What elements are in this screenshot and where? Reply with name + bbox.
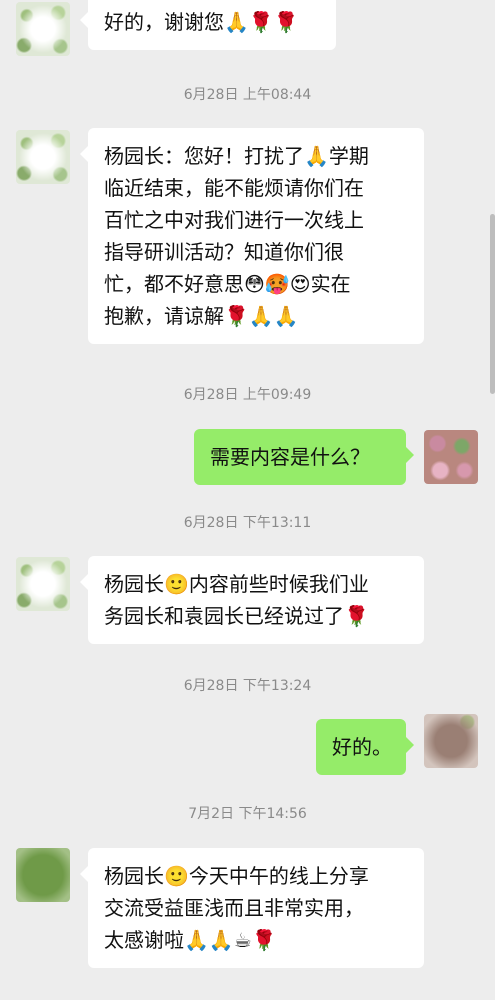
contact-avatar[interactable] <box>16 130 70 184</box>
message-bubble-incoming[interactable]: 好的，谢谢您🙏🌹🌹 <box>80 0 336 50</box>
message-text: 忙，都不好意思😳🥵😍实在 <box>104 272 351 296</box>
message-bubble-outgoing[interactable]: 需要内容是什么？ <box>194 429 414 485</box>
message-text: 杨园长🙂内容前些时候我们业 <box>104 572 369 596</box>
message-text: 好的。 <box>332 735 392 759</box>
chat-conversation[interactable]: 好的，谢谢您🙏🌹🌹 6月28日 上午08:44 杨园长：您好！打扰了🙏学期 临近… <box>0 0 495 1000</box>
message-timestamp: 6月28日 下午13:24 <box>183 678 312 694</box>
contact-avatar[interactable] <box>16 848 70 902</box>
message-text: 百忙之中对我们进行一次线上 <box>104 208 364 232</box>
scrollbar[interactable] <box>490 214 495 394</box>
my-avatar[interactable] <box>424 714 478 768</box>
message-timestamp: 6月28日 上午09:49 <box>183 387 312 403</box>
message-text: 好的，谢谢您🙏🌹🌹 <box>104 10 299 34</box>
message-timestamp: 7月2日 下午14:56 <box>188 806 307 822</box>
message-bubble-incoming[interactable]: 杨园长：您好！打扰了🙏学期 临近结束，能不能烦请你们在 百忙之中对我们进行一次线… <box>80 128 424 344</box>
message-text: 指导研训活动？知道你们很 <box>104 240 344 264</box>
message-text: 务园长和袁园长已经说过了🌹 <box>104 604 369 628</box>
message-timestamp: 6月28日 下午13:11 <box>183 515 312 531</box>
message-text: 临近结束，能不能烦请你们在 <box>104 176 364 200</box>
message-timestamp: 6月28日 上午08:44 <box>183 87 312 103</box>
message-bubble-incoming[interactable]: 杨园长🙂今天中午的线上分享 交流受益匪浅而且非常实用， 太感谢啦🙏🙏☕🌹 <box>80 848 424 968</box>
message-text: 交流受益匪浅而且非常实用， <box>104 896 364 920</box>
contact-avatar[interactable] <box>16 557 70 611</box>
contact-avatar[interactable] <box>16 2 70 56</box>
message-text: 需要内容是什么？ <box>210 445 370 469</box>
message-bubble-outgoing[interactable]: 好的。 <box>316 719 414 775</box>
my-avatar[interactable] <box>424 430 478 484</box>
message-bubble-incoming[interactable]: 杨园长🙂内容前些时候我们业 务园长和袁园长已经说过了🌹 <box>80 556 424 644</box>
message-text: 杨园长：您好！打扰了🙏学期 <box>104 144 369 168</box>
message-text: 抱歉，请谅解🌹🙏🙏 <box>104 304 299 328</box>
message-text: 太感谢啦🙏🙏☕🌹 <box>104 928 277 952</box>
message-text: 杨园长🙂今天中午的线上分享 <box>104 864 369 888</box>
